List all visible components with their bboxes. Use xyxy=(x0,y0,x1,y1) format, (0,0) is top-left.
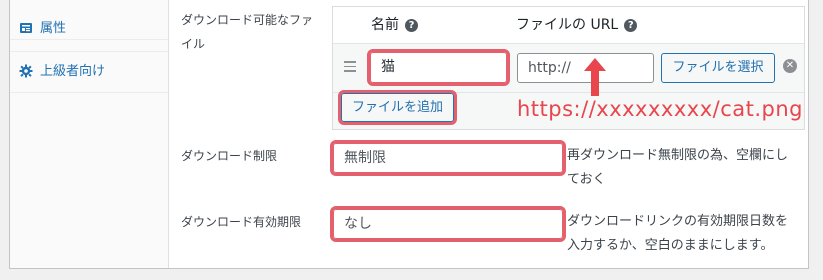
product-data-tabs: 属性 上級者向け xyxy=(10,0,169,268)
column-header-name: 名前? xyxy=(371,16,418,34)
tab-advanced[interactable]: 上級者向け xyxy=(10,52,168,93)
downloadable-files-label: ダウンロード可能なファ イル xyxy=(181,8,313,56)
help-icon[interactable]: ? xyxy=(624,19,638,32)
column-header-url: ファイルの URL? xyxy=(516,16,638,34)
download-expiry-label: ダウンロード有効期限 xyxy=(181,215,302,229)
file-row: 猫 http:// ファイルを選択 ✕ xyxy=(333,44,804,93)
download-limit-note-line1: 再ダウンロード無制限の為、空欄にし xyxy=(567,148,789,163)
gear-icon xyxy=(19,64,33,78)
download-limit-label: ダウンロード制限 xyxy=(181,149,278,163)
tab-attributes-label: 属性 xyxy=(40,21,67,36)
download-expiry-note: ダウンロードリンクの有効期限日数を 入力するか、空白のままにします。 xyxy=(567,210,788,258)
drag-handle-icon[interactable] xyxy=(344,61,356,75)
download-expiry-note-line1: ダウンロードリンクの有効期限日数を xyxy=(567,214,789,229)
file-name-input[interactable]: 猫 xyxy=(367,49,510,86)
download-expiry-note-line2: 入力するか、空白のままにします。 xyxy=(567,238,774,253)
files-table-header: 名前? ファイルの URL? xyxy=(333,7,804,44)
product-data-panel: 属性 上級者向け ダウンロード可能なファ イル 名前 ? ファイルの URL ?… xyxy=(9,0,809,269)
remove-file-icon[interactable]: ✕ xyxy=(783,59,797,73)
download-expiry-placeholder: なし xyxy=(344,216,372,232)
download-expiry-input[interactable]: なし xyxy=(330,206,566,242)
downloadable-files-label-line2: イル xyxy=(181,37,206,51)
downloadable-files-label-line1: ダウンロード可能なファ xyxy=(181,13,314,27)
column-name-label: 名前 xyxy=(371,17,399,33)
add-file-button[interactable]: ファイルを追加 xyxy=(338,90,457,125)
table-icon xyxy=(20,23,32,33)
download-limit-note: 再ダウンロード無制限の為、空欄にし ておく xyxy=(567,144,788,192)
file-url-placeholder: http:// xyxy=(528,60,571,76)
arrow-up-icon xyxy=(584,58,606,96)
download-limit-placeholder: 無制限 xyxy=(344,150,386,166)
column-url-label: ファイルの URL xyxy=(516,17,619,33)
tab-attributes[interactable]: 属性 xyxy=(10,9,168,52)
help-icon[interactable]: ? xyxy=(405,19,418,32)
choose-file-button[interactable]: ファイルを選択 xyxy=(661,53,775,83)
annotation-url-text: https://xxxxxxxxx/cat.png xyxy=(517,97,803,121)
download-limit-note-line2: ておく xyxy=(567,172,606,187)
file-name-value: 猫 xyxy=(381,59,395,75)
tab-advanced-label: 上級者向け xyxy=(40,64,106,79)
download-limit-input[interactable]: 無制限 xyxy=(330,140,566,176)
